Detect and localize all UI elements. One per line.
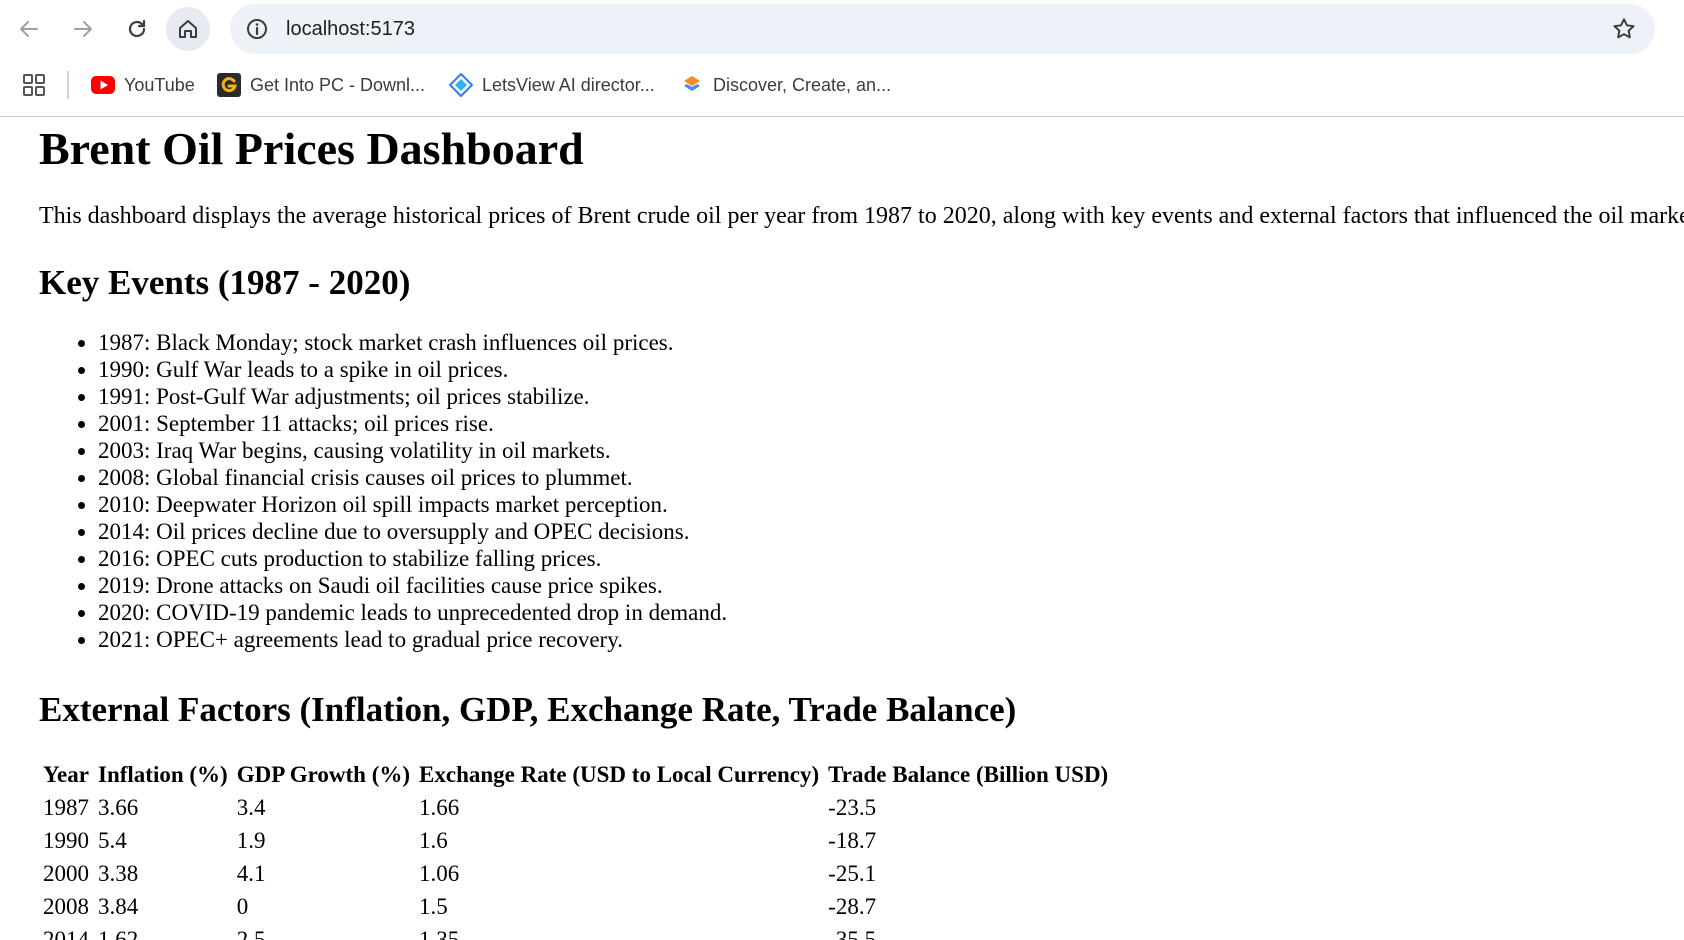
table-cell: 3.66 xyxy=(98,794,139,820)
bookmark-label: Discover, Create, an... xyxy=(713,74,892,95)
list-item: 2001: September 11 attacks; oil prices r… xyxy=(98,410,727,437)
bookmark-youtube[interactable]: YouTube xyxy=(91,68,195,102)
column-header-year: Year xyxy=(43,762,89,787)
key-events-heading: Key Events (1987 - 2020) xyxy=(39,263,411,302)
list-item: 2019: Drone attacks on Saudi oil facilit… xyxy=(98,572,727,599)
table-row: 2014 1.62 2.5 1.35 -35.5 xyxy=(40,923,1114,940)
page-title: Brent Oil Prices Dashboard xyxy=(39,123,584,174)
intro-paragraph: This dashboard displays the average hist… xyxy=(39,203,1684,229)
key-events-list: 1987: Black Monday; stock market crash i… xyxy=(39,329,727,653)
bookmark-letsview[interactable]: LetsView AI director... xyxy=(449,68,655,102)
table-cell: 1.66 xyxy=(419,794,460,820)
home-icon xyxy=(179,20,197,38)
page-content: Brent Oil Prices Dashboard This dashboar… xyxy=(0,117,1684,940)
bookmarks-separator xyxy=(67,71,69,99)
address-bar[interactable]: localhost:5173 xyxy=(230,4,1655,54)
column-header-inflation: Inflation (%) xyxy=(98,762,228,787)
reload-button[interactable] xyxy=(115,7,159,51)
table-header-row: Year Inflation (%) GDP Growth (%) Exchan… xyxy=(40,759,1114,791)
arrow-left-icon xyxy=(20,21,38,37)
table-cell: 1987 xyxy=(43,794,89,820)
table-cell: 2008 xyxy=(43,893,89,919)
bookmark-getintopc[interactable]: Get Into PC - Downl... xyxy=(217,68,425,102)
table-cell: 3.38 xyxy=(98,860,139,886)
list-item: 2020: COVID-19 pandemic leads to unprece… xyxy=(98,599,727,626)
bookmark-star-icon[interactable] xyxy=(1611,16,1637,42)
table-cell: 4.1 xyxy=(236,860,266,886)
list-item: 2003: Iraq War begins, causing volatilit… xyxy=(98,437,727,464)
table-cell: -25.1 xyxy=(828,860,877,886)
table-cell: 0 xyxy=(236,893,249,919)
column-header-trade-balance: Trade Balance (Billion USD) xyxy=(828,762,1109,787)
table-row: 2008 3.84 0 1.5 -28.7 xyxy=(40,890,1114,923)
bookmark-discover[interactable]: Discover, Create, an... xyxy=(680,68,891,102)
table-row: 1987 3.66 3.4 1.66 -23.5 xyxy=(40,791,1114,824)
discover-icon xyxy=(680,73,704,97)
reload-icon xyxy=(128,19,146,38)
table-cell: 1.62 xyxy=(98,926,139,940)
list-item: 1987: Black Monday; stock market crash i… xyxy=(98,329,727,356)
bookmark-label: YouTube xyxy=(124,74,195,95)
table-cell: -23.5 xyxy=(828,794,877,820)
apps-grid-icon[interactable] xyxy=(22,73,46,97)
table-row: 1990 5.4 1.9 1.6 -18.7 xyxy=(40,824,1114,857)
table-cell: 2000 xyxy=(43,860,89,886)
letsview-icon xyxy=(449,73,473,97)
url-text[interactable]: localhost:5173 xyxy=(286,4,415,54)
list-item: 2008: Global financial crisis causes oil… xyxy=(98,464,727,491)
table-cell: 1.6 xyxy=(419,827,448,853)
back-button[interactable] xyxy=(7,7,51,51)
site-info-icon[interactable] xyxy=(244,16,270,42)
getintopc-icon xyxy=(217,73,241,97)
table-cell: 3.4 xyxy=(236,794,266,820)
column-header-gdp-growth: GDP Growth (%) xyxy=(236,762,411,787)
table-cell: -35.5 xyxy=(828,926,877,940)
browser-chrome: localhost:5173 YouTube Get Into PC - Dow… xyxy=(0,0,1684,117)
list-item: 2014: Oil prices decline due to oversupp… xyxy=(98,518,727,545)
table-cell: 1.06 xyxy=(419,860,460,886)
table-cell: 1.5 xyxy=(419,893,448,919)
forward-button[interactable] xyxy=(61,7,105,51)
home-button[interactable] xyxy=(166,7,210,51)
list-item: 1990: Gulf War leads to a spike in oil p… xyxy=(98,356,727,383)
list-item: 2021: OPEC+ agreements lead to gradual p… xyxy=(98,626,727,653)
table-cell: -18.7 xyxy=(828,827,877,853)
external-factors-heading: External Factors (Inflation, GDP, Exchan… xyxy=(39,690,1017,729)
table-cell: 1.35 xyxy=(419,926,460,940)
bookmarks-bar: YouTube Get Into PC - Downl... LetsView … xyxy=(0,62,1684,108)
bookmark-label: Get Into PC - Downl... xyxy=(250,74,426,95)
arrow-right-icon xyxy=(74,21,92,37)
list-item: 2016: OPEC cuts production to stabilize … xyxy=(98,545,727,572)
external-factors-table: Year Inflation (%) GDP Growth (%) Exchan… xyxy=(40,759,1114,940)
list-item: 1991: Post-Gulf War adjustments; oil pri… xyxy=(98,383,727,410)
table-cell: 3.84 xyxy=(98,893,139,919)
youtube-icon xyxy=(91,73,115,97)
column-header-exchange-rate: Exchange Rate (USD to Local Currency) xyxy=(419,762,820,787)
table-cell: 2.5 xyxy=(236,926,266,940)
table-cell: -28.7 xyxy=(828,893,877,919)
table-cell: 2014 xyxy=(43,926,89,940)
table-row: 2000 3.38 4.1 1.06 -25.1 xyxy=(40,857,1114,890)
bookmark-label: LetsView AI director... xyxy=(482,74,655,95)
table-cell: 1.9 xyxy=(236,827,266,853)
table-cell: 5.4 xyxy=(98,827,127,853)
list-item: 2010: Deepwater Horizon oil spill impact… xyxy=(98,491,727,518)
table-cell: 1990 xyxy=(43,827,89,853)
